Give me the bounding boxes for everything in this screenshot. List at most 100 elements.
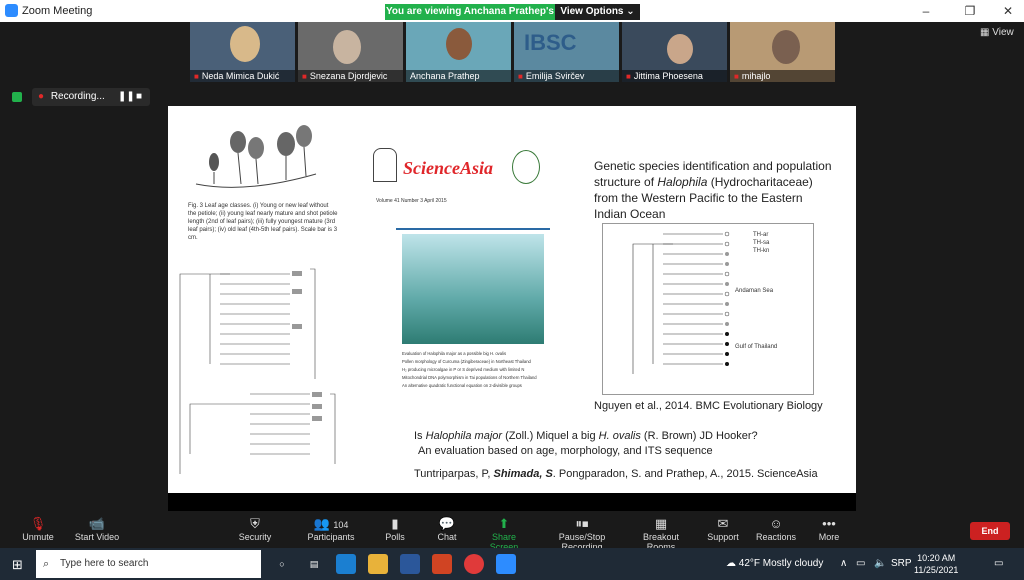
tree-legend-label: TH-sa [753, 240, 770, 246]
file-explorer-icon[interactable] [368, 554, 388, 574]
tool-label: Reactions [756, 532, 797, 542]
edge-icon[interactable] [336, 554, 356, 574]
authors-bold: Shimada, S [493, 468, 553, 480]
clock-date: 11/25/2021 [914, 565, 959, 575]
search-icon: ⌕ [43, 558, 50, 570]
close-icon[interactable]: ✕ [994, 3, 1022, 19]
taskbar-clock[interactable]: 10:20 AM 11/25/2021 [914, 552, 958, 576]
participant-name: Neda Mimica Dukić [201, 71, 280, 81]
recording-indicator: ● Recording... ❚❚ ■ [32, 88, 150, 106]
windows-start-icon[interactable]: ⊞ [12, 557, 23, 573]
chat-icon: 💬 [438, 516, 456, 531]
network-icon[interactable]: ▭ [856, 558, 865, 569]
mic-muted-icon: ■ [626, 72, 631, 81]
weather-widget[interactable]: ☁ 42°F Mostly cloudy [726, 558, 823, 569]
citation-right: Nguyen et al., 2014. BMC Evolutionary Bi… [594, 400, 823, 412]
share-screen-icon: ⬆ [498, 516, 510, 531]
title-subtitle: An evaluation based on age, morphology, … [418, 445, 713, 457]
screen-share-banner: You are viewing Anchana Prathep's screen [385, 4, 555, 33]
pause-stop-recording-button[interactable]: ⏸⏹ Pause/Stop Recording [540, 516, 624, 552]
breakout-rooms-button[interactable]: ▦ Breakout Rooms [630, 516, 692, 552]
cloud-icon: ☁ [726, 558, 736, 569]
cover-divider [396, 228, 550, 230]
participant-tile[interactable]: ■ Jittima Phoesena [622, 22, 727, 82]
pause-icon[interactable]: ❚❚ [118, 88, 135, 106]
powerpoint-icon[interactable] [432, 554, 452, 574]
list-item: Evaluation of Halophila major as a possi… [402, 351, 507, 356]
mic-off-icon: 🎙 [29, 516, 47, 531]
task-view-icon[interactable]: ○ [272, 554, 292, 574]
security-button[interactable]: ⛨ Security [235, 516, 275, 542]
language-indicator[interactable]: SRP [891, 558, 912, 569]
taskbar-search-input[interactable]: ⌕ Type here to search [36, 550, 261, 578]
mic-muted-icon: ■ [734, 72, 739, 81]
tool-label: Participants [307, 532, 355, 542]
reactions-button[interactable]: ☺ Reactions [756, 516, 796, 542]
widgets-icon[interactable]: ▤ [304, 554, 324, 574]
title-text: Is [414, 430, 426, 442]
notifications-icon[interactable]: ▭ [994, 558, 1003, 569]
phylogenetic-tree-left [179, 268, 336, 474]
support-button[interactable]: ✉ Support [706, 516, 740, 542]
title-italic: H. ovalis [598, 430, 641, 442]
view-button[interactable]: ▦ View [980, 27, 1014, 38]
stop-icon[interactable]: ■ [136, 88, 142, 106]
participant-tile[interactable]: Anchana Prathep [406, 22, 511, 82]
participant-count: 104 [333, 520, 349, 530]
participant-strip: ■ Neda Mimica Dukić ■ Snezana Djordjevic A… [190, 22, 840, 82]
tool-label: Start Video [74, 532, 120, 542]
title-italic: Halophila [657, 175, 708, 189]
chat-button[interactable]: 💬 Chat [432, 516, 462, 542]
unmute-button[interactable]: 🎙 Unmute [18, 516, 58, 542]
start-video-button[interactable]: 📹 Start Video [72, 516, 122, 542]
meeting-toolbar: 🎙 Unmute 📹 Start Video ⛨ Security 👥 104 Part… [0, 512, 1024, 552]
polls-icon: ▮ [391, 516, 399, 531]
tree-legend-label: TH-ar [753, 232, 768, 238]
title-text: (R. Brown) JD Hooker? [640, 430, 758, 442]
nrct-logo [512, 150, 540, 184]
participant-tile[interactable]: IBSC ■ Emilija Svirčev [514, 22, 619, 82]
authors-text: Tuntriparpas, P, [414, 468, 494, 480]
more-button[interactable]: ••• More [814, 516, 844, 542]
participants-button[interactable]: 👥 104 Participants [302, 516, 360, 542]
tray-chevron-icon[interactable]: ∧ [840, 558, 847, 569]
share-screen-button[interactable]: ⬆ Share Screen [478, 516, 530, 552]
tool-label: Unmute [22, 532, 54, 542]
tool-label: Polls [385, 532, 405, 542]
end-meeting-button[interactable]: End [970, 522, 1010, 540]
weather-text: 42°F Mostly cloudy [738, 558, 824, 569]
volume-icon[interactable]: 🔈 [874, 558, 886, 569]
paper-authors: Tuntriparpas, P, Shimada, S. Pongparadon… [414, 468, 818, 480]
more-icon: ••• [822, 516, 836, 531]
view-button-label: View [992, 27, 1014, 38]
tool-label: Chat [437, 532, 457, 542]
participant-tile[interactable]: ■ mihajlo [730, 22, 835, 82]
tree-clade-label: Gulf of Thailand [735, 344, 777, 350]
mic-muted-icon: ■ [518, 72, 523, 81]
participant-tile[interactable]: ■ Snezana Djordjevic [298, 22, 403, 82]
minimize-icon[interactable]: – [912, 3, 940, 19]
window-title: Zoom Meeting [22, 5, 93, 17]
clock-time: 10:20 AM [917, 553, 956, 563]
tool-label: Security [238, 532, 272, 542]
science-asia-volume: Volume 41 Number 3 April 2015 [376, 198, 447, 204]
polls-button[interactable]: ▮ Polls [380, 516, 410, 542]
figure-caption: Fig. 3 Leaf age classes. (i) Young or ne… [188, 203, 338, 241]
participant-name: Snezana Djordjevic [309, 71, 388, 81]
tree-clade-label: Andaman Sea [735, 288, 774, 294]
science-asia-crest [373, 148, 397, 182]
tree-legend-label: TH-kn [753, 248, 769, 254]
word-icon[interactable] [400, 554, 420, 574]
view-options-button[interactable]: View Options ⌄ [555, 4, 640, 20]
shield-icon: ⛨ [250, 516, 260, 531]
participant-name: mihajlo [741, 71, 771, 81]
participants-icon: 👥 104 [313, 516, 349, 531]
maximize-icon[interactable]: ❐ [956, 3, 984, 19]
zoom-icon[interactable] [496, 554, 516, 574]
participant-tile[interactable]: ■ Neda Mimica Dukić [190, 22, 295, 82]
list-item: Pollen morphology of Curcuma (Zingiberac… [402, 359, 531, 364]
phylogenetic-tree-right: TH-ar TH-sa TH-kn Andaman Sea Gulf of Th… [602, 223, 814, 395]
video-off-icon: 📹 [88, 516, 106, 531]
leaf-illustration [195, 125, 317, 188]
opera-icon[interactable] [464, 554, 484, 574]
